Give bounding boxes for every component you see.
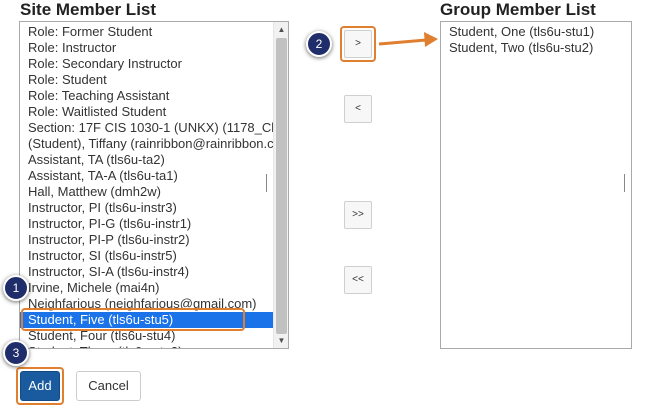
list-item[interactable]: Student, Three (tls6u-stu3) — [20, 344, 273, 348]
list-item[interactable]: Hall, Matthew (dmh2w) — [20, 184, 273, 200]
list-item[interactable]: Assistant, TA-A (tls6u-ta1) — [20, 168, 273, 184]
list-item[interactable]: Irvine, Michele (mai4n) — [20, 280, 273, 296]
list-item[interactable]: Section: 17F CIS 1030-1 (UNKX) (1178_Cl — [20, 120, 274, 136]
move-all-left-button[interactable]: << — [344, 266, 372, 294]
list-item[interactable]: Assistant, TA (tls6u-ta2) — [20, 152, 273, 168]
group-member-options: Student, One (tls6u-stu1) Student, Two (t… — [441, 24, 631, 56]
step-callout-3: 3 — [3, 340, 29, 366]
text-cursor-mark — [266, 174, 267, 192]
list-item[interactable]: Instructor, PI-G (tls6u-instr1) — [20, 216, 273, 232]
list-item[interactable]: Role: Teaching Assistant — [20, 88, 273, 104]
scroll-thumb[interactable] — [276, 38, 287, 334]
list-item[interactable]: Role: Student — [20, 72, 273, 88]
cancel-button[interactable]: Cancel — [76, 371, 141, 401]
site-member-listbox[interactable]: Role: Former Student Role: Instructor Role… — [19, 21, 289, 349]
step-callout-1: 1 — [3, 275, 29, 301]
move-all-right-button[interactable]: >> — [344, 201, 372, 229]
list-item[interactable]: Instructor, PI-P (tls6u-instr2) — [20, 232, 273, 248]
site-member-list-heading: Site Member List — [20, 0, 157, 19]
site-member-options: Role: Former Student Role: Instructor Role… — [20, 24, 274, 348]
scroll-down-icon[interactable]: ▼ — [274, 333, 288, 348]
move-right-highlight-frame — [340, 26, 376, 62]
move-left-button[interactable]: < — [344, 95, 372, 123]
add-button-highlight-frame — [16, 367, 64, 405]
list-item[interactable]: Role: Former Student — [20, 24, 273, 40]
list-item[interactable]: Instructor, SI (tls6u-instr5) — [20, 248, 273, 264]
step-callout-2: 2 — [306, 31, 332, 57]
list-item[interactable]: Role: Secondary Instructor — [20, 56, 273, 72]
list-item[interactable]: Instructor, PI (tls6u-instr3) — [20, 200, 273, 216]
site-list-scrollbar[interactable]: ▲ ▼ — [273, 22, 288, 348]
list-item[interactable]: Instructor, SI-A (tls6u-instr4) — [20, 264, 273, 280]
list-item[interactable]: Student, One (tls6u-stu1) — [441, 24, 631, 40]
scroll-up-icon[interactable]: ▲ — [274, 22, 288, 37]
group-member-listbox[interactable]: Student, One (tls6u-stu1) Student, Two (t… — [440, 21, 632, 349]
selected-item-highlight-frame — [21, 308, 245, 331]
text-cursor-mark — [624, 174, 625, 192]
list-item[interactable]: (Student), Tiffany (rainribbon@rainribbo… — [20, 136, 274, 152]
list-item[interactable]: Role: Waitlisted Student — [20, 104, 273, 120]
list-item[interactable]: Role: Instructor — [20, 40, 273, 56]
group-member-list-heading: Group Member List — [440, 0, 596, 19]
list-item[interactable]: Student, Two (tls6u-stu2) — [441, 40, 631, 56]
